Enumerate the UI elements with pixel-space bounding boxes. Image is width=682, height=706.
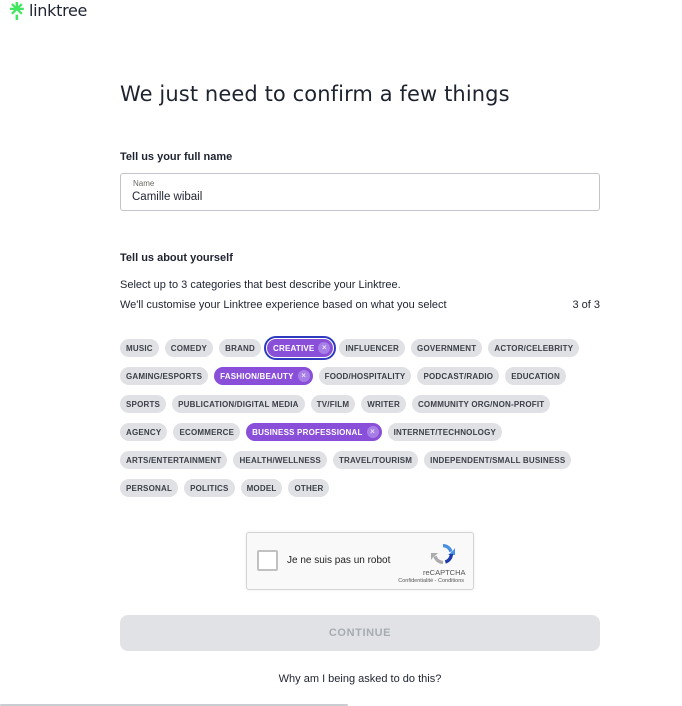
category-chip-label: ECOMMERCE: [179, 427, 235, 437]
category-chip-label: GAMING/ESPORTS: [126, 371, 203, 381]
category-chip[interactable]: POLITICS: [184, 479, 235, 497]
category-chip[interactable]: MUSIC: [120, 339, 159, 357]
category-chip[interactable]: FASHION/BEAUTY ×: [214, 367, 313, 385]
remove-category-icon[interactable]: ×: [366, 426, 379, 438]
recaptcha-privacy-terms-links[interactable]: Confidentialité - Conditions: [398, 578, 464, 584]
category-chip-label: MODEL: [246, 483, 277, 493]
category-chip[interactable]: FOOD/HOSPITALITY: [318, 367, 412, 385]
why-asked-link[interactable]: Why am I being asked to do this?: [279, 673, 442, 685]
category-chip[interactable]: OTHER: [288, 479, 330, 497]
category-chip[interactable]: PUBLICATION/DIGITAL MEDIA: [172, 395, 305, 413]
category-chip-label: BRAND: [225, 343, 255, 353]
recaptcha-icon: [431, 544, 455, 564]
category-chip[interactable]: BRAND: [219, 339, 261, 357]
continue-button[interactable]: CONTINUE: [120, 615, 600, 651]
category-chip[interactable]: GOVERNMENT: [411, 339, 483, 357]
name-field[interactable]: Name: [120, 173, 600, 211]
category-chip-label: PERSONAL: [126, 483, 173, 493]
linktree-logo[interactable]: linktree: [8, 1, 87, 20]
category-chip[interactable]: GAMING/ESPORTS: [120, 367, 209, 385]
about-explanation: We'll customise your Linktree experience…: [120, 299, 447, 311]
category-chip-label: PODCAST/RADIO: [423, 371, 494, 381]
category-chip-label: GOVERNMENT: [417, 343, 477, 353]
category-chip-label: COMEDY: [170, 343, 208, 353]
category-chip[interactable]: HEALTH/WELLNESS: [233, 451, 327, 469]
category-chip[interactable]: SPORTS: [120, 395, 167, 413]
category-chip[interactable]: INDEPENDENT/SMALL BUSINESS: [424, 451, 572, 469]
category-row: ARTS/ENTERTAINMENT HEALTH/WELLNESS TRAVEL/…: [120, 451, 600, 469]
category-row: GAMING/ESPORTS FASHION/BEAUTY × FOOD/HOSPIT…: [120, 367, 600, 385]
category-chip-label: COMMUNITY ORG/NON-PROFIT: [417, 399, 545, 409]
category-chip-label: INTERNET/TECHNOLOGY: [393, 427, 497, 437]
recaptcha-checkbox[interactable]: [257, 550, 278, 571]
category-chip-label: OTHER: [294, 483, 324, 493]
category-chip-label: HEALTH/WELLNESS: [239, 455, 321, 465]
remove-category-icon[interactable]: ×: [318, 342, 331, 354]
category-chip-label: TRAVEL/TOURISM: [338, 455, 413, 465]
category-chip[interactable]: PERSONAL: [120, 479, 179, 497]
category-chip-label: ARTS/ENTERTAINMENT: [126, 455, 222, 465]
category-chip-label: TV/FILM: [316, 399, 350, 409]
recaptcha-label: Je ne suis pas un robot: [287, 555, 391, 566]
category-row: AGENCY ECOMMERCE BUSINESS PROFESSIONAL × INT…: [120, 423, 600, 441]
name-field-label: Name: [133, 179, 155, 188]
name-section-label: Tell us your full name: [120, 151, 233, 163]
category-chip-label: INDEPENDENT/SMALL BUSINESS: [430, 455, 566, 465]
category-chip-label: INFLUENCER: [345, 343, 400, 353]
category-chip-label: BUSINESS PROFESSIONAL: [252, 427, 363, 437]
logo-wordmark: linktree: [29, 1, 88, 20]
category-chip[interactable]: CREATIVE ×: [263, 336, 337, 360]
category-row: MUSIC COMEDY BRAND CREATIVE × INFLUENCER GOVER…: [120, 336, 600, 360]
selection-counter: 3 of 3: [572, 299, 600, 311]
category-chip-label: SPORTS: [126, 399, 161, 409]
category-row: PERSONAL POLITICS MODEL OTHER: [120, 479, 600, 497]
category-chip[interactable]: EDUCATION: [505, 367, 566, 385]
name-input[interactable]: [132, 191, 582, 203]
remove-category-icon[interactable]: ×: [297, 370, 310, 382]
category-chip-label: PUBLICATION/DIGITAL MEDIA: [178, 399, 299, 409]
category-chip[interactable]: ECOMMERCE: [173, 423, 241, 441]
about-section-label: Tell us about yourself: [120, 252, 233, 264]
category-chip[interactable]: BUSINESS PROFESSIONAL ×: [246, 423, 382, 441]
category-chip[interactable]: COMEDY: [164, 339, 214, 357]
page-title: We just need to confirm a few things: [120, 82, 510, 106]
category-chip[interactable]: MODEL: [240, 479, 283, 497]
category-chip[interactable]: TRAVEL/TOURISM: [332, 451, 419, 469]
category-chip[interactable]: PODCAST/RADIO: [417, 367, 500, 385]
category-chip[interactable]: COMMUNITY ORG/NON-PROFIT: [411, 395, 551, 413]
category-chip[interactable]: AGENCY: [120, 423, 168, 441]
category-chip-label: FASHION/BEAUTY: [220, 371, 294, 381]
category-chip[interactable]: INTERNET/TECHNOLOGY: [387, 423, 503, 441]
category-chip[interactable]: INFLUENCER: [339, 339, 406, 357]
category-chip[interactable]: ACTOR/CELEBRITY: [488, 339, 580, 357]
linktree-logo-icon: [9, 1, 24, 20]
category-chip-label: AGENCY: [126, 427, 162, 437]
category-chip-label: CREATIVE: [273, 343, 315, 353]
category-row: SPORTS PUBLICATION/DIGITAL MEDIA TV/FILM WR…: [120, 395, 600, 413]
recaptcha-widget: Je ne suis pas un robot reCAPTCHA Confid…: [246, 532, 474, 590]
category-chip-label: POLITICS: [190, 483, 229, 493]
category-chip-label: EDUCATION: [511, 371, 560, 381]
recaptcha-brand: reCAPTCHA: [423, 568, 466, 577]
category-chip-label: FOOD/HOSPITALITY: [324, 371, 406, 381]
category-chip-label: WRITER: [367, 399, 400, 409]
category-chip-label: MUSIC: [126, 343, 153, 353]
about-instructions: Select up to 3 categories that best desc…: [120, 279, 401, 291]
category-chip-label: ACTOR/CELEBRITY: [494, 343, 574, 353]
category-chip[interactable]: WRITER: [361, 395, 406, 413]
category-chip[interactable]: ARTS/ENTERTAINMENT: [120, 451, 228, 469]
category-chip[interactable]: TV/FILM: [310, 395, 356, 413]
category-chip-list: MUSIC COMEDY BRAND CREATIVE × INFLUENCER GOVER…: [120, 336, 600, 507]
